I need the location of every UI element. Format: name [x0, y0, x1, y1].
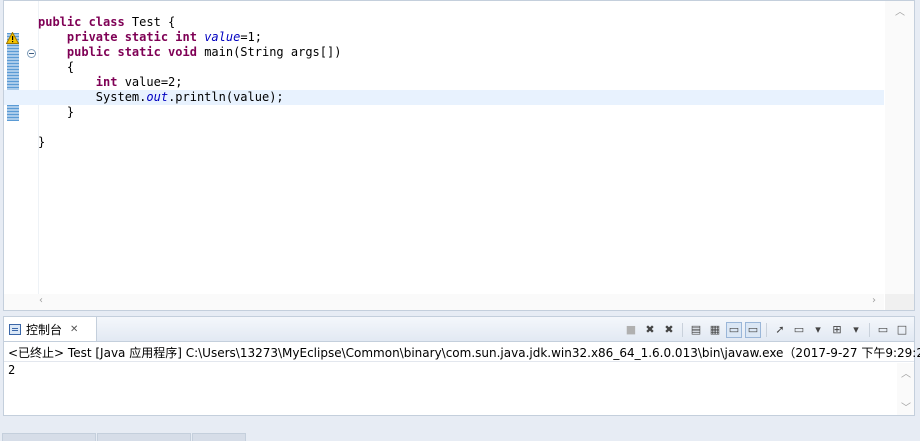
code-line[interactable]: [4, 120, 884, 135]
code-editor[interactable]: public class Test { private static int v…: [3, 0, 915, 311]
open-dropdown-icon[interactable]: ▾: [848, 322, 864, 338]
console-icon: [9, 323, 21, 335]
code-line-text: {: [38, 60, 74, 75]
minimize-icon[interactable]: ▭: [875, 322, 891, 338]
toolbar-separator: [682, 322, 683, 337]
code-token: value=2;: [124, 75, 183, 89]
code-line-text: public static void main(String args[]): [38, 45, 342, 60]
code-line[interactable]: public static void main(String args[]): [4, 45, 884, 60]
scroll-left-icon[interactable]: ‹: [39, 295, 43, 306]
toolbar-separator: [869, 322, 870, 337]
console-scroll-up-icon[interactable]: ︿: [901, 365, 911, 380]
code-line-text: System.out.println(value);: [38, 90, 284, 105]
code-line[interactable]: private static int value=1;: [4, 30, 884, 45]
toolbar-separator: [766, 322, 767, 337]
code-line-text: private static int value=1;: [38, 30, 262, 45]
code-line[interactable]: int value=2;: [4, 75, 884, 90]
scroll-lock-icon[interactable]: ▦: [707, 322, 723, 338]
code-line[interactable]: {: [4, 60, 884, 75]
scroll-up-icon[interactable]: ︿: [895, 3, 905, 18]
open-console-icon[interactable]: ⊞: [829, 322, 845, 338]
display-console-icon[interactable]: ▭: [791, 322, 807, 338]
code-line[interactable]: }: [4, 135, 884, 150]
clear-console-icon[interactable]: ▤: [688, 322, 704, 338]
console-tab-label: 控制台: [26, 322, 63, 337]
terminate-icon[interactable]: ■: [623, 322, 639, 338]
code-line-text: int value=2;: [38, 75, 183, 90]
code-line[interactable]: System.out.println(value);: [4, 90, 884, 105]
keyword-token: public class: [38, 15, 132, 29]
launch-info: <已终止> Test [Java 应用程序] C:\Users\13273\My…: [4, 344, 920, 362]
pin-console-icon[interactable]: ➚: [772, 322, 788, 338]
console-output[interactable]: 2: [8, 363, 15, 377]
keyword-token: public static void: [66, 45, 205, 59]
console-toolbar: ■ ✖ ✖ ▤ ▦ ▭ ▭ ➚ ▭ ▾ ⊞ ▾ ▭ □: [623, 321, 910, 338]
code-line[interactable]: }: [4, 105, 884, 120]
vertical-scrollbar[interactable]: ︿: [885, 1, 914, 295]
tab-console[interactable]: 控制台 ✕: [4, 317, 97, 341]
console-scrollbar[interactable]: ︿ ﹀: [897, 363, 914, 415]
field-token: value: [204, 30, 241, 44]
scrollbar-corner: [885, 294, 914, 310]
code-token: System.: [38, 90, 147, 104]
console-view: 控制台 ✕ ■ ✖ ✖ ▤ ▦ ▭ ▭ ➚ ▭ ▾ ⊞ ▾ ▭ □ <已终止> Test [Java 应用…: [3, 316, 920, 416]
code-line-text: public class Test {: [38, 15, 175, 30]
console-scroll-down-icon[interactable]: ﹀: [901, 399, 911, 414]
code-line[interactable]: public class Test {: [4, 15, 884, 30]
code-line-text: }: [38, 105, 74, 120]
field-token: out: [146, 90, 169, 104]
code-token: {: [38, 60, 75, 74]
console-tab-bar: 控制台 ✕ ■ ✖ ✖ ▤ ▦ ▭ ▭ ➚ ▭ ▾ ⊞ ▾ ▭ □: [4, 317, 914, 342]
keyword-token: private static int: [66, 30, 205, 44]
code-token: }: [38, 135, 46, 149]
code-token: .println(value);: [168, 90, 284, 104]
code-token: Test {: [131, 15, 176, 29]
code-token: =1;: [240, 30, 262, 44]
show-on-stdout-icon[interactable]: ▭: [726, 321, 742, 338]
keyword-token: int: [95, 75, 125, 89]
remove-all-terminated-icon[interactable]: ✖: [661, 322, 677, 338]
show-on-stderr-icon[interactable]: ▭: [745, 321, 761, 338]
code-line-text: }: [38, 135, 45, 150]
horizontal-scrollbar[interactable]: ‹ ›: [4, 294, 884, 310]
maximize-icon[interactable]: □: [894, 322, 910, 338]
code-token: }: [38, 105, 75, 119]
scroll-right-icon[interactable]: ›: [872, 295, 876, 306]
display-dropdown-icon[interactable]: ▾: [810, 322, 826, 338]
remove-launch-icon[interactable]: ✖: [642, 322, 658, 338]
source-text[interactable]: public class Test { private static int v…: [4, 15, 884, 150]
close-icon[interactable]: ✕: [70, 324, 78, 335]
code-token: main(String args[]): [204, 45, 342, 59]
